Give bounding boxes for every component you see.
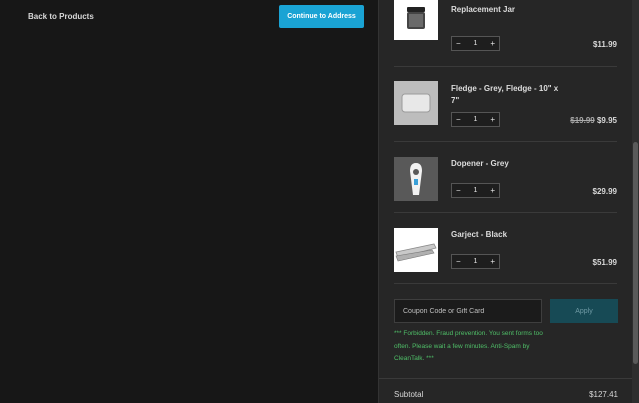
quantity-stepper: − 1 + <box>451 254 500 269</box>
form-error-message: *** Forbidden. Fraud prevention. You sen… <box>394 330 543 362</box>
item-name: Garject - Black <box>451 230 508 239</box>
quantity-value[interactable]: 1 <box>474 255 478 268</box>
product-thumbnail <box>394 0 438 40</box>
item-price: $51.99 <box>593 258 617 267</box>
increase-qty-button[interactable]: + <box>490 113 495 126</box>
bottle-opener-image-icon <box>394 157 438 201</box>
increase-qty-button[interactable]: + <box>490 184 495 197</box>
cart-scrollbar[interactable] <box>632 0 639 403</box>
quantity-stepper: − 1 + <box>451 112 500 127</box>
product-thumbnail <box>394 81 438 125</box>
current-price: $11.99 <box>592 40 617 49</box>
decrease-qty-button[interactable]: − <box>456 37 461 50</box>
item-price: $19.99 $9.95 <box>570 116 617 125</box>
increase-qty-button[interactable]: + <box>490 255 495 268</box>
quantity-value[interactable]: 1 <box>474 184 478 197</box>
item-name: Ortwo - Beechwood Ortwo Replacement Jar <box>451 0 551 14</box>
apply-coupon-button[interactable]: Apply <box>550 299 618 323</box>
divider <box>379 378 633 379</box>
current-price: $29.99 <box>592 187 617 196</box>
tray-image-icon <box>394 81 438 125</box>
increase-qty-button[interactable]: + <box>490 37 495 50</box>
subtotal-label: Subtotal <box>394 390 424 399</box>
back-to-products-link[interactable]: Back to Products <box>28 12 94 21</box>
original-price: $19.99 <box>570 116 595 125</box>
decrease-qty-button[interactable]: − <box>456 255 461 268</box>
subtotal-value: $127.41 <box>589 390 618 399</box>
coupon-code-input[interactable] <box>394 299 542 323</box>
item-name: Fledge - Grey, Fledge - 10" x 7" <box>451 84 559 105</box>
decrease-qty-button[interactable]: − <box>456 113 461 126</box>
item-price: $29.99 <box>593 187 617 196</box>
jar-image-icon <box>394 0 438 40</box>
left-pane: Back to Products Continue to Address <box>0 0 378 403</box>
current-price: $9.95 <box>596 116 617 125</box>
garject-image-icon <box>394 228 438 272</box>
cart-item: Ortwo - Beechwood Ortwo Replacement Jar … <box>394 0 617 67</box>
quantity-value[interactable]: 1 <box>474 37 478 50</box>
decrease-qty-button[interactable]: − <box>456 184 461 197</box>
cart-item: Dopener - Grey − 1 + $29.99 <box>394 142 617 213</box>
quantity-value[interactable]: 1 <box>474 113 478 126</box>
cart-item: Fledge - Grey, Fledge - 10" x 7" − 1 + $… <box>394 71 617 142</box>
quantity-stepper: − 1 + <box>451 36 500 51</box>
quantity-stepper: − 1 + <box>451 183 500 198</box>
product-thumbnail <box>394 157 438 201</box>
cart-item: Garject - Black − 1 + $51.99 <box>394 213 617 284</box>
cart-panel: Ortwo - Beechwood Ortwo Replacement Jar … <box>378 0 639 403</box>
current-price: $51.99 <box>592 258 617 267</box>
cart-scrollbar-thumb[interactable] <box>633 142 638 364</box>
continue-to-address-button[interactable]: Continue to Address <box>279 5 364 28</box>
item-price: $11.99 <box>593 40 617 49</box>
product-thumbnail <box>394 228 438 272</box>
item-name: Dopener - Grey <box>451 159 509 168</box>
